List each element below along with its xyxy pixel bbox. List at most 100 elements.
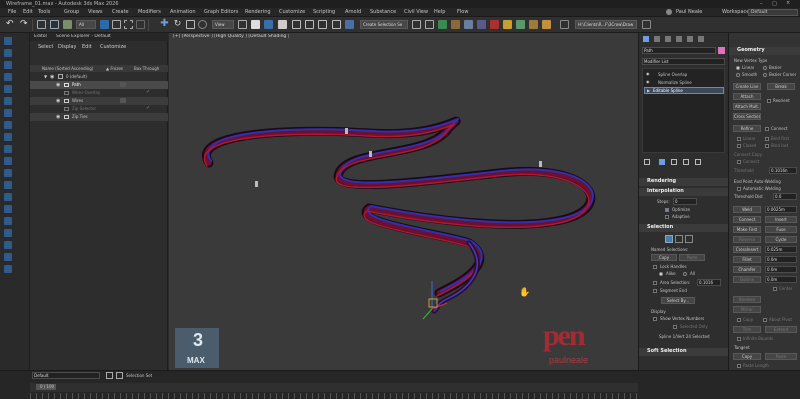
- workspace-dropdown[interactable]: Default: [748, 9, 798, 16]
- expand-icon[interactable]: ▶: [647, 88, 650, 93]
- insert-button[interactable]: Insert: [765, 216, 797, 223]
- smooth-radio[interactable]: [736, 73, 740, 77]
- eye-icon[interactable]: ◉: [56, 82, 60, 88]
- explorer-select-icon[interactable]: [4, 37, 12, 45]
- eye-icon[interactable]: ◉: [56, 114, 60, 120]
- list-item[interactable]: ◉ Wires: [30, 97, 168, 105]
- automatic-welding-checkbox[interactable]: [737, 187, 741, 191]
- area-selection-checkbox[interactable]: [653, 281, 657, 285]
- frozen-toggle[interactable]: [120, 82, 126, 87]
- connect-copy-checkbox[interactable]: [737, 160, 741, 164]
- reference-coordinate-dropdown[interactable]: View: [212, 20, 234, 29]
- maximize-icon[interactable]: □: [772, 1, 777, 7]
- fillet-button[interactable]: Fillet: [733, 256, 761, 263]
- list-item[interactable]: ▼ ◉ 0 (default): [30, 73, 168, 81]
- menu-modifiers[interactable]: Modifiers: [138, 9, 161, 15]
- spinner-snap-icon[interactable]: [318, 20, 327, 29]
- rectangular-selection-icon[interactable]: [124, 20, 133, 29]
- checkmark-icon[interactable]: ✓: [146, 89, 150, 95]
- show-vertex-numbers-checkbox[interactable]: [653, 317, 657, 321]
- remove-modifier-icon[interactable]: [683, 159, 689, 165]
- display-spacewarps-icon[interactable]: [4, 121, 12, 129]
- select-by-button[interactable]: Select By...: [661, 297, 695, 304]
- threshold-spinner[interactable]: 0.1016n: [769, 167, 797, 174]
- close-icon[interactable]: ×: [786, 0, 790, 6]
- select-by-name-icon[interactable]: [112, 20, 121, 29]
- tab-editor[interactable]: Editor: [34, 34, 47, 39]
- fillet-spinner[interactable]: 0.0m: [765, 256, 797, 263]
- utilities-tab-icon[interactable]: [698, 36, 704, 42]
- list-item[interactable]: ▶ Editable Spline: [644, 87, 724, 94]
- toolbar-extra-icon[interactable]: [642, 20, 651, 29]
- bind-last-checkbox[interactable]: [765, 144, 769, 148]
- rendering-rollout[interactable]: Rendering: [639, 178, 728, 186]
- copy-checkbox[interactable]: [737, 318, 741, 322]
- menu-graph-editors[interactable]: Graph Editors: [204, 9, 238, 15]
- render-production-icon[interactable]: [529, 20, 538, 29]
- explorer-menu-customize[interactable]: Customize: [100, 44, 126, 50]
- menu-file[interactable]: File: [8, 9, 16, 15]
- reverse-button[interactable]: Reverse: [733, 236, 761, 243]
- percent-snap-icon[interactable]: [305, 20, 314, 29]
- area-selection-spinner[interactable]: 0.1016: [697, 279, 721, 286]
- display-containers-icon[interactable]: [4, 169, 12, 177]
- list-item[interactable]: Wires-Overlay ✓: [30, 89, 168, 97]
- paste-length-checkbox[interactable]: [737, 364, 741, 368]
- bezier-corner-radio[interactable]: [763, 73, 767, 77]
- motion-tab-icon[interactable]: [676, 36, 682, 42]
- render-setup-icon[interactable]: [503, 20, 512, 29]
- tangent-copy-button[interactable]: Copy: [733, 353, 761, 360]
- connect-checkbox[interactable]: [765, 127, 769, 131]
- layer-explorer-icon[interactable]: [451, 20, 460, 29]
- layer-dropdown[interactable]: Default: [32, 372, 100, 379]
- selection-filter-dropdown[interactable]: All: [76, 20, 96, 29]
- vertex-mode-icon[interactable]: [665, 235, 673, 243]
- display-cameras-icon[interactable]: [4, 97, 12, 105]
- eye-icon[interactable]: ◉: [646, 79, 650, 84]
- display-lights-icon[interactable]: [4, 85, 12, 93]
- curve-editor-icon[interactable]: [464, 20, 473, 29]
- lock-cell-icon[interactable]: [4, 253, 12, 261]
- menu-help[interactable]: Help: [434, 9, 445, 15]
- window-crossing-icon[interactable]: [136, 20, 145, 29]
- rendered-frame-window-icon[interactable]: [516, 20, 525, 29]
- bind-space-warp-icon[interactable]: [63, 20, 72, 29]
- menu-views[interactable]: Views: [88, 9, 102, 15]
- align-icon[interactable]: [425, 20, 434, 29]
- adaptive-checkbox[interactable]: [665, 215, 669, 219]
- menu-civil-view[interactable]: Civil View: [404, 9, 428, 15]
- display-geometry-icon[interactable]: [4, 61, 12, 69]
- unlink-icon[interactable]: [50, 20, 59, 29]
- explorer-menu-select[interactable]: Select: [38, 44, 53, 50]
- mirror-icon[interactable]: [412, 20, 421, 29]
- create-line-button[interactable]: Create Line: [733, 83, 761, 90]
- display-shapes-icon[interactable]: [4, 73, 12, 81]
- menu-arnold[interactable]: Arnold: [345, 9, 361, 15]
- named-selection-icon[interactable]: [345, 20, 354, 29]
- display-tab-icon[interactable]: [687, 36, 693, 42]
- center-checkbox[interactable]: [773, 287, 777, 291]
- crossinsert-spinner[interactable]: 0.025m: [765, 246, 797, 253]
- outline-button[interactable]: Outline: [733, 276, 761, 283]
- show-end-result-icon[interactable]: [659, 159, 665, 165]
- explorer-menu-edit[interactable]: Edit: [82, 44, 92, 50]
- selection-rollout[interactable]: Selection: [639, 224, 728, 232]
- list-item[interactable]: ◉ Spline Overlap: [644, 71, 724, 78]
- soft-selection-rollout[interactable]: Soft Selection: [639, 348, 728, 356]
- connect-button[interactable]: Connect: [733, 216, 761, 223]
- menu-tools[interactable]: Tools: [38, 9, 50, 15]
- linear-checkbox[interactable]: [737, 137, 741, 141]
- display-bones-icon[interactable]: [4, 157, 12, 165]
- steps-spinner[interactable]: 0: [673, 198, 697, 205]
- weld-button[interactable]: Weld: [733, 206, 761, 213]
- menu-animation[interactable]: Animation: [170, 9, 196, 15]
- perspective-viewport[interactable]: [+] [Perspective ] [High Quality ] [Defa…: [169, 33, 638, 370]
- outline-spinner[interactable]: 0.0m: [765, 276, 797, 283]
- column-box-through[interactable]: Box Through: [134, 66, 159, 71]
- frozen-toggle[interactable]: [120, 98, 126, 103]
- attach-button[interactable]: Attach: [733, 93, 761, 100]
- hierarchy-tab-icon[interactable]: [665, 36, 671, 42]
- display-helpers-icon[interactable]: [4, 109, 12, 117]
- snaps-toggle-icon[interactable]: [278, 20, 287, 29]
- pivot-center-icon[interactable]: [238, 20, 247, 29]
